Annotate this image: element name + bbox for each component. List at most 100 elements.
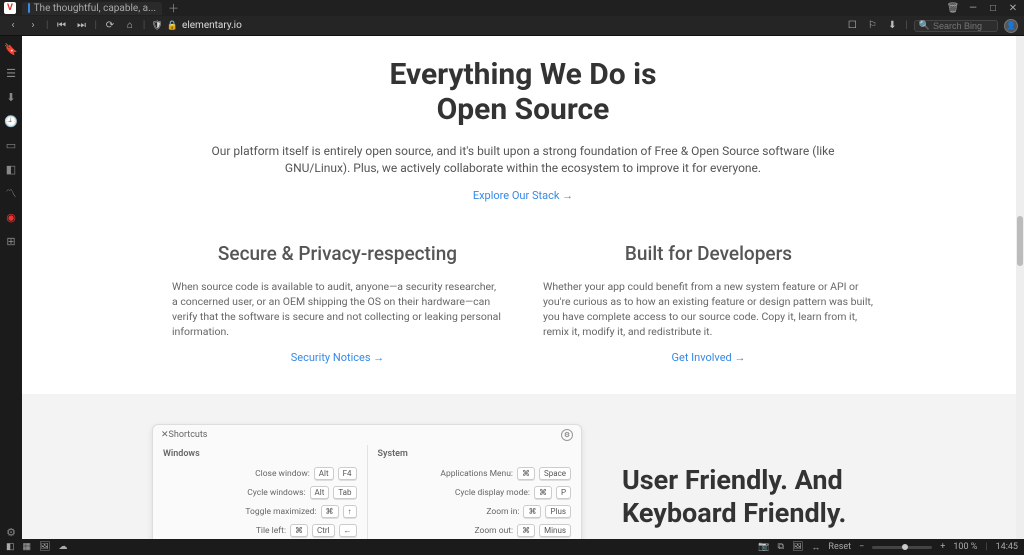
shortcut-row: Close window:AltF4	[163, 467, 357, 480]
new-tab-button[interactable]: ＋	[168, 0, 179, 16]
add-panel-icon[interactable]: ⊞	[4, 234, 18, 248]
history-panel-icon[interactable]: 🕘	[4, 114, 18, 128]
hero-section: Everything We Do is Open Source Our plat…	[22, 36, 1024, 212]
window-titlebar: V The thoughtful, capable, a... ＋ 🗑 — □ …	[0, 0, 1024, 16]
shortcuts-windows-col: Windows Close window:AltF4Cycle windows:…	[153, 445, 367, 539]
close-window-button[interactable]: ✕	[1006, 3, 1020, 14]
browser-logo-icon: V	[4, 2, 16, 14]
flag-icon[interactable]: ⚐	[865, 20, 879, 31]
hero-paragraph: Our platform itself is entirely open sou…	[182, 143, 864, 177]
nav-fastforward-button[interactable]: ⏭	[74, 20, 88, 31]
vertical-scrollbar[interactable]	[1016, 36, 1024, 539]
address-bar[interactable]: 🛡 🔒 elementary.io	[151, 20, 241, 31]
profile-avatar-icon[interactable]: 👤	[1004, 19, 1018, 33]
shortcut-key: Alt	[314, 467, 334, 480]
shortcut-key: ⌘	[290, 524, 308, 537]
developers-column: Built for Developers Whether your app co…	[543, 242, 874, 365]
shortcut-key: ⌘	[321, 505, 339, 518]
pip-icon[interactable]: ⧉	[778, 542, 784, 552]
get-involved-link[interactable]: Get Involved →	[543, 351, 874, 364]
page-actions-icon[interactable]: 🖼	[792, 542, 803, 552]
tab-favicon-icon	[28, 3, 30, 13]
maximize-button[interactable]: □	[986, 3, 1000, 14]
downloads-panel-icon[interactable]: ⬇	[4, 90, 18, 104]
home-button[interactable]: ⌂	[123, 20, 137, 31]
search-field[interactable]: 🔍	[914, 20, 998, 32]
nav-rewind-button[interactable]: ⏮	[54, 20, 68, 31]
search-icon: 🔍	[919, 21, 930, 31]
settings-panel-icon[interactable]: ⚙	[4, 525, 18, 539]
notes-panel-icon[interactable]: ▭	[4, 138, 18, 152]
shortcut-row: Cycle windows:AltTab	[163, 486, 357, 499]
shortcut-label: Toggle maximized:	[245, 507, 316, 517]
lock-icon: 🔒	[167, 21, 178, 31]
browser-toolbar: ‹ › | ⏮ ⏭ | ⟳ ⌂ | 🛡 🔒 elementary.io ☐ ⚐ …	[0, 16, 1024, 36]
vivaldi-panel-icon[interactable]: ◉	[4, 210, 18, 224]
shortcut-label: Cycle display mode:	[455, 488, 530, 498]
shortcut-key: P	[556, 486, 571, 499]
zoom-slider[interactable]	[872, 546, 932, 549]
page-content: Everything We Do is Open Source Our plat…	[22, 36, 1024, 539]
shortcut-row: Tile left:⌘Ctrl←	[163, 524, 357, 537]
nav-forward-button[interactable]: ›	[26, 20, 40, 31]
shortcuts-system-col: System Applications Menu:⌘SpaceCycle dis…	[367, 445, 582, 539]
features-columns: Secure & Privacy-respecting When source …	[22, 212, 1024, 395]
scrollbar-thumb[interactable]	[1017, 216, 1023, 266]
zoom-in-button[interactable]: +	[940, 542, 945, 552]
shortcuts-close-icon[interactable]: ✕	[161, 430, 169, 440]
search-input[interactable]	[933, 21, 993, 31]
nav-back-button[interactable]: ‹	[6, 20, 20, 31]
shortcut-key: ⌘	[523, 505, 541, 518]
keyboard-section: ✕ Shortcuts ⚙ Windows Close window:AltF4…	[22, 394, 1024, 539]
clock: 14:45	[996, 542, 1018, 552]
shortcut-label: Tile left:	[256, 526, 286, 536]
shortcut-row: Toggle maximized:⌘↑	[163, 505, 357, 518]
shortcut-key: Tab	[333, 486, 356, 499]
shield-icon: 🛡	[151, 21, 162, 31]
bookmarks-panel-icon[interactable]: 🔖	[4, 42, 18, 56]
reading-list-icon[interactable]: ☰	[4, 66, 18, 80]
keyboard-hero-title: User Friendly. And Keyboard Friendly.	[622, 464, 1004, 529]
developers-body: Whether your app could benefit from a ne…	[543, 279, 874, 340]
browser-tab[interactable]: The thoughtful, capable, a...	[22, 2, 162, 15]
minimize-button[interactable]: —	[966, 3, 980, 14]
shortcuts-card: ✕ Shortcuts ⚙ Windows Close window:AltF4…	[152, 424, 582, 539]
shortcut-row: Zoom in:⌘Plus	[378, 505, 572, 518]
zoom-level: 100 %	[953, 542, 977, 552]
reload-button[interactable]: ⟳	[103, 20, 117, 31]
tab-title: The thoughtful, capable, a...	[34, 3, 156, 14]
shortcut-key: Space	[539, 467, 571, 480]
ruler-icon[interactable]: ↔	[811, 542, 820, 553]
zoom-reset-button[interactable]: Reset	[828, 542, 851, 552]
shortcuts-gear-icon[interactable]: ⚙	[561, 429, 573, 441]
shortcut-key: ⌘	[534, 486, 552, 499]
shortcut-label: Zoom out:	[474, 526, 513, 536]
hero-title: Everything We Do is Open Source	[182, 58, 864, 127]
tiling-icon[interactable]: ▦	[23, 542, 32, 552]
shortcut-key: Alt	[310, 486, 330, 499]
trash-icon[interactable]: 🗑	[946, 3, 960, 14]
sync-icon[interactable]: ☁	[58, 542, 67, 552]
explore-stack-link[interactable]: Explore Our Stack →	[473, 189, 573, 202]
shortcut-key: F4	[338, 467, 357, 480]
bookmark-icon[interactable]: ☐	[845, 20, 859, 31]
secure-title: Secure & Privacy-respecting	[172, 242, 503, 265]
panel-toggle-icon[interactable]: ◧	[6, 542, 15, 552]
chart-panel-icon[interactable]: 〽	[4, 186, 18, 200]
shortcuts-windows-header: Windows	[163, 449, 357, 459]
shortcut-key: Plus	[545, 505, 571, 518]
shortcuts-system-header: System	[378, 449, 572, 459]
shortcut-key: ⌘	[517, 524, 535, 537]
security-notices-link[interactable]: Security Notices →	[172, 351, 503, 364]
images-icon[interactable]: 🖼	[39, 542, 50, 552]
zoom-out-button[interactable]: −	[859, 542, 864, 552]
download-icon[interactable]: ⬇	[885, 20, 899, 31]
window-panel-icon[interactable]: ◧	[4, 162, 18, 176]
capture-icon[interactable]: 📷	[758, 542, 769, 552]
developers-title: Built for Developers	[543, 242, 874, 265]
shortcuts-title: Shortcuts	[169, 430, 208, 440]
shortcut-key: Ctrl	[312, 524, 334, 537]
secure-body: When source code is available to audit, …	[172, 279, 503, 340]
secure-column: Secure & Privacy-respecting When source …	[172, 242, 503, 365]
zoom-slider-thumb[interactable]	[902, 544, 908, 550]
